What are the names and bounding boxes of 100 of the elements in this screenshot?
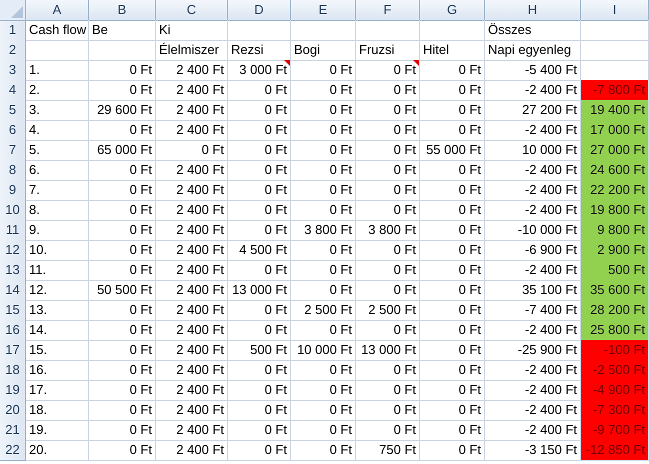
table-cell: 0 Ft [356, 320, 420, 340]
table-cell: Bogi [291, 40, 356, 60]
row-header[interactable]: 10 [0, 200, 26, 220]
table-cell: -5 400 Ft [485, 60, 581, 80]
table-cell: 19 800 Ft [581, 200, 649, 220]
row-header[interactable]: 1 [0, 20, 26, 40]
table-cell: 4 500 Ft [228, 240, 291, 260]
table-cell: 0 Ft [356, 80, 420, 100]
table-cell: Fruzsi [356, 40, 420, 60]
column-header[interactable]: G [420, 0, 485, 20]
column-header[interactable]: D [228, 0, 291, 20]
table-cell: 0 Ft [420, 340, 485, 360]
table-cell: 29 600 Ft [89, 100, 156, 120]
row-header[interactable]: 19 [0, 380, 26, 400]
table-cell: -4 900 Ft [581, 380, 649, 400]
row-header[interactable]: 22 [0, 440, 26, 460]
table-cell: 2 400 Ft [156, 160, 228, 180]
column-header[interactable]: I [581, 0, 649, 20]
table-cell: 2 400 Ft [156, 340, 228, 360]
table-cell: 35 600 Ft [581, 280, 649, 300]
row-header[interactable]: 8 [0, 160, 26, 180]
table-cell: 0 Ft [228, 260, 291, 280]
table-cell: 55 000 Ft [420, 140, 485, 160]
column-header[interactable]: C [156, 0, 228, 20]
table-cell: Cash flow [26, 20, 89, 40]
row-header[interactable]: 18 [0, 360, 26, 380]
table-cell: 0 Ft [356, 420, 420, 440]
row-header[interactable]: 17 [0, 340, 26, 360]
table-cell: 17 000 Ft [581, 120, 649, 140]
table-cell: 13. [26, 300, 89, 320]
table-cell: 0 Ft [228, 160, 291, 180]
table-cell: 0 Ft [89, 80, 156, 100]
row-header[interactable]: 6 [0, 120, 26, 140]
row-header[interactable]: 7 [0, 140, 26, 160]
column-header[interactable]: B [89, 0, 156, 20]
row-header[interactable]: 14 [0, 280, 26, 300]
table-cell: 19. [26, 420, 89, 440]
table-cell: 0 Ft [89, 360, 156, 380]
row-header[interactable]: 2 [0, 40, 26, 60]
table-cell: 750 Ft [356, 440, 420, 460]
table-cell: 0 Ft [356, 180, 420, 200]
table-cell: 500 Ft [228, 340, 291, 360]
column-header[interactable]: H [485, 0, 581, 20]
table-cell: Rezsi [228, 40, 291, 60]
empty-cell [291, 20, 356, 40]
column-header[interactable]: E [291, 0, 356, 20]
table-cell: 0 Ft [420, 240, 485, 260]
table-cell: 0 Ft [420, 80, 485, 100]
row-header[interactable]: 9 [0, 180, 26, 200]
table-cell: 0 Ft [89, 160, 156, 180]
table-cell: 0 Ft [420, 180, 485, 200]
row-header[interactable]: 20 [0, 400, 26, 420]
table-cell: 13 000 Ft [228, 280, 291, 300]
table-cell: 0 Ft [291, 440, 356, 460]
table-cell: Ki [156, 20, 228, 40]
table-cell: 2 400 Ft [156, 300, 228, 320]
table-cell: 0 Ft [89, 200, 156, 220]
table-cell: 0 Ft [291, 240, 356, 260]
row-header[interactable]: 13 [0, 260, 26, 280]
column-header[interactable]: F [356, 0, 420, 20]
table-cell: 0 Ft [291, 180, 356, 200]
table-cell: 0 Ft [420, 300, 485, 320]
row-header[interactable]: 3 [0, 60, 26, 80]
table-cell: 0 Ft [89, 400, 156, 420]
row-header[interactable]: 4 [0, 80, 26, 100]
table-cell: 0 Ft [228, 400, 291, 420]
empty-cell [89, 40, 156, 60]
table-cell: -7 800 Ft [581, 80, 649, 100]
table-cell: 0 Ft [89, 340, 156, 360]
table-cell: 0 Ft [356, 400, 420, 420]
table-cell: 0 Ft [291, 80, 356, 100]
table-cell: -7 300 Ft [581, 400, 649, 420]
table-cell: 0 Ft [228, 180, 291, 200]
table-cell: 2 400 Ft [156, 200, 228, 220]
table-cell: 13 000 Ft [356, 340, 420, 360]
table-cell: 0 Ft [420, 220, 485, 240]
table-cell: 0 Ft [228, 140, 291, 160]
row-header[interactable]: 11 [0, 220, 26, 240]
table-cell: 2 400 Ft [156, 240, 228, 260]
table-cell: 0 Ft [291, 400, 356, 420]
table-cell: 0 Ft [228, 360, 291, 380]
table-cell: 0 Ft [291, 140, 356, 160]
table-cell: 0 Ft [89, 240, 156, 260]
row-header[interactable]: 5 [0, 100, 26, 120]
row-header[interactable]: 15 [0, 300, 26, 320]
column-header[interactable]: A [26, 0, 89, 20]
table-cell: 0 Ft [89, 320, 156, 340]
table-cell: 15. [26, 340, 89, 360]
table-cell: 2 400 Ft [156, 260, 228, 280]
table-cell: 0 Ft [228, 320, 291, 340]
table-cell: 2 400 Ft [156, 60, 228, 80]
select-all-icon[interactable] [11, 6, 23, 18]
row-header[interactable]: 12 [0, 240, 26, 260]
table-cell: 0 Ft [228, 100, 291, 120]
table-cell: 65 000 Ft [89, 140, 156, 160]
row-header[interactable]: 16 [0, 320, 26, 340]
table-cell: 0 Ft [291, 260, 356, 280]
table-cell: 0 Ft [356, 160, 420, 180]
row-header[interactable]: 21 [0, 420, 26, 440]
table-cell: 0 Ft [356, 260, 420, 280]
